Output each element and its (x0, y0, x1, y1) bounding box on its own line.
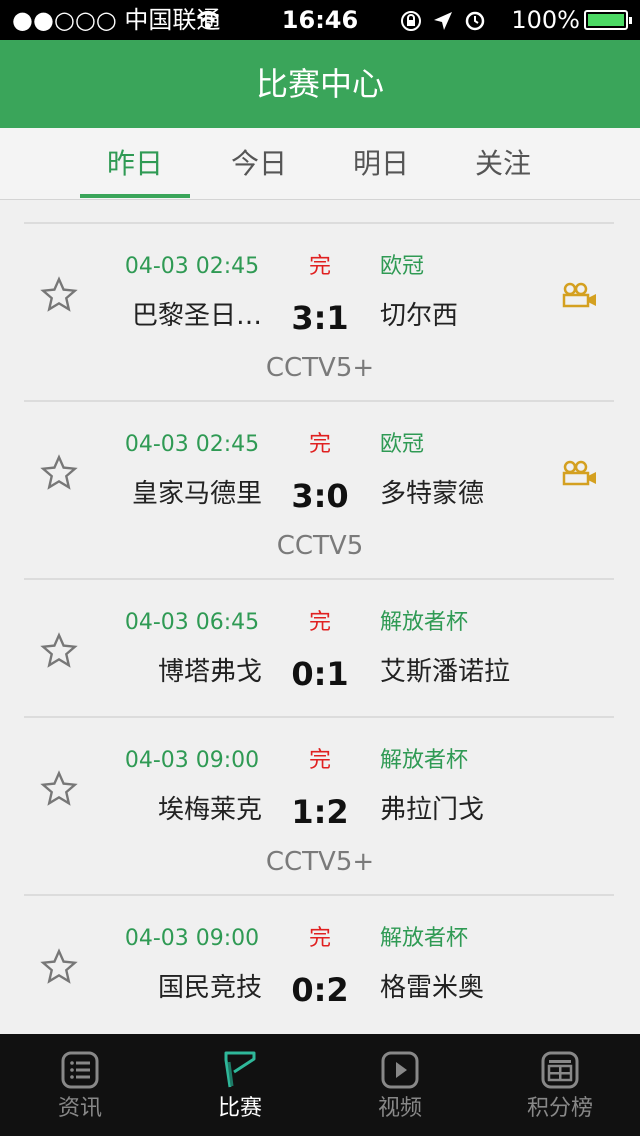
away-team: 格雷米奥 (380, 973, 485, 1003)
star-icon[interactable] (40, 948, 78, 986)
match-score: 3:1 (291, 299, 349, 337)
home-team: 国民竞技 (157, 973, 262, 1003)
match-status: 完 (308, 926, 331, 951)
alarm-icon (465, 11, 485, 31)
match-status: 完 (308, 610, 331, 635)
match-league: 解放者杯 (380, 926, 469, 951)
tv-channel: CCTV5 (276, 531, 364, 561)
video-camera-icon[interactable] (562, 460, 598, 486)
nav-bar: 比赛中心 (0, 40, 640, 128)
day-tabs: 昨日 今日 明日 关注 (0, 128, 640, 200)
match-league: 欧冠 (380, 432, 425, 457)
location-icon (434, 12, 452, 30)
star-icon[interactable] (40, 632, 78, 670)
away-team: 弗拉门戈 (380, 795, 485, 825)
tv-channel: CCTV5+ (265, 847, 375, 877)
match-time: 04-03 09:00 (124, 926, 260, 951)
match-icon (224, 1051, 256, 1088)
match-card[interactable]: 04-03 02:45 完 欧冠 巴黎圣日… 3:1 切尔西 CCTV5+ (24, 224, 614, 400)
battery-icon (584, 10, 632, 30)
match-status: 完 (308, 254, 331, 279)
match-time: 04-03 02:45 (124, 254, 260, 279)
video-play-icon (381, 1051, 419, 1089)
home-team: 埃梅莱克 (157, 795, 262, 825)
match-card[interactable]: 04-03 09:00 完 解放者杯 埃梅莱克 1:2 弗拉门戈 CCTV5+ (24, 718, 614, 894)
tabbar-label: 资讯 (57, 1096, 102, 1121)
tabbar-video[interactable]: 视频 (320, 1034, 480, 1136)
tabbar-label: 比赛 (217, 1096, 262, 1121)
tabbar-label: 积分榜 (526, 1096, 593, 1121)
match-league: 解放者杯 (380, 748, 469, 773)
match-time: 04-03 02:45 (124, 432, 260, 457)
battery-percent: 100% (511, 6, 580, 34)
match-score: 0:1 (291, 655, 349, 693)
tab-followed[interactable]: 关注 (448, 144, 558, 184)
match-score: 1:2 (291, 793, 349, 831)
rotation-lock-icon (401, 11, 421, 31)
match-score: 3:0 (291, 477, 349, 515)
tab-today[interactable]: 今日 (204, 144, 314, 184)
match-list: 04-03 02:45 完 欧冠 巴黎圣日… 3:1 切尔西 CCTV5+ 04… (24, 222, 614, 1034)
tv-channel: CCTV5+ (265, 353, 375, 383)
home-team: 博塔弗戈 (157, 657, 262, 687)
news-icon (61, 1051, 99, 1089)
video-camera-icon[interactable] (562, 282, 598, 308)
match-time: 04-03 09:00 (124, 748, 260, 773)
tabbar-matches[interactable]: 比赛 (160, 1034, 320, 1136)
match-card[interactable]: 04-03 02:45 完 欧冠 皇家马德里 3:0 多特蒙德 CCTV5 (24, 402, 614, 578)
match-league: 欧冠 (380, 254, 425, 279)
away-team: 艾斯潘诺拉 (380, 657, 511, 687)
match-card[interactable]: 04-03 09:00 完 解放者杯 国民竞技 0:2 格雷米奥 (24, 896, 614, 1034)
status-bar: ●●○○○ 中国联通 16:46 100% (0, 0, 640, 40)
home-team: 巴黎圣日… (131, 301, 262, 331)
tabbar-standings[interactable]: 积分榜 (480, 1034, 640, 1136)
star-icon[interactable] (40, 770, 78, 808)
away-team: 切尔西 (380, 301, 459, 331)
standings-icon (541, 1051, 579, 1089)
match-league: 解放者杯 (380, 610, 469, 635)
tab-tomorrow[interactable]: 明日 (326, 144, 436, 184)
match-card[interactable]: 04-03 06:45 完 解放者杯 博塔弗戈 0:1 艾斯潘诺拉 (24, 580, 614, 716)
bottom-tab-bar: 资讯 比赛 视频 积分榜 (0, 1034, 640, 1136)
tabbar-label: 视频 (377, 1096, 422, 1121)
match-score: 0:2 (291, 971, 349, 1009)
page-title: 比赛中心 (255, 65, 384, 103)
match-time: 04-03 06:45 (124, 610, 260, 635)
match-status: 完 (308, 432, 331, 457)
tab-yesterday[interactable]: 昨日 (80, 144, 190, 198)
tabbar-news[interactable]: 资讯 (0, 1034, 160, 1136)
away-team: 多特蒙德 (380, 479, 485, 509)
star-icon[interactable] (40, 276, 78, 314)
match-status: 完 (308, 748, 331, 773)
home-team: 皇家马德里 (131, 479, 262, 509)
star-icon[interactable] (40, 454, 78, 492)
